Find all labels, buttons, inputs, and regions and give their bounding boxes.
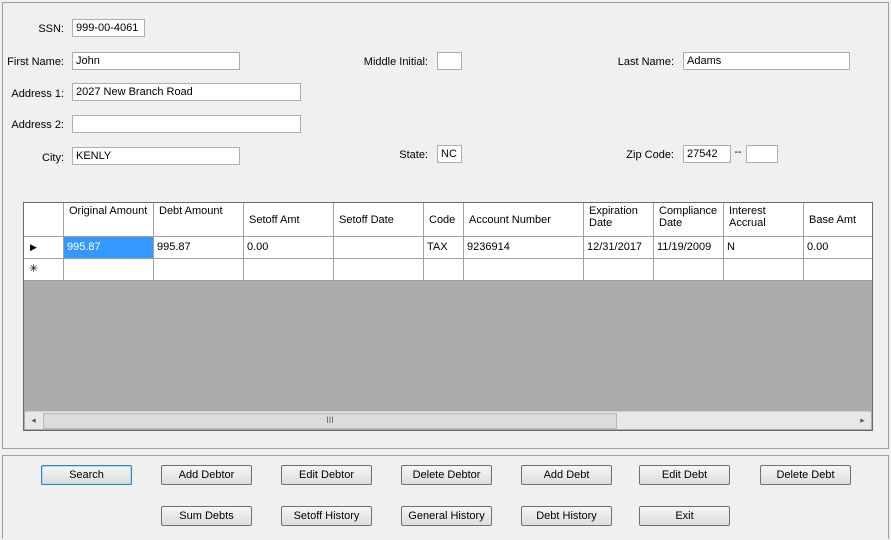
zip-extension-field[interactable] [746, 145, 778, 163]
new-row-cell[interactable] [584, 259, 654, 281]
ssn-field[interactable]: 999-00-4061 [72, 19, 145, 37]
scroll-left-icon[interactable]: ◂ [25, 412, 42, 429]
address1-label: Address 1: [11, 88, 64, 100]
state-field[interactable]: NC [437, 145, 462, 163]
search-button[interactable]: Search [41, 465, 132, 485]
col-header-account-number[interactable]: Account Number [464, 203, 584, 237]
new-row-cell[interactable] [804, 259, 872, 281]
delete-debtor-button[interactable]: Delete Debtor [401, 465, 492, 485]
new-row-cell[interactable] [654, 259, 724, 281]
col-header-setoff-date[interactable]: Setoff Date [334, 203, 424, 237]
middle-initial-field[interactable] [437, 52, 462, 70]
grid-cell[interactable]: N [724, 237, 804, 259]
col-header-expiration-date[interactable]: Expiration Date [584, 203, 654, 237]
scroll-right-icon[interactable]: ▸ [854, 412, 871, 429]
sum-debts-button[interactable]: Sum Debts [161, 506, 252, 526]
address2-field[interactable] [72, 115, 301, 133]
address2-label: Address 2: [11, 119, 64, 131]
current-row-indicator-icon[interactable]: ▶ [24, 237, 64, 259]
horizontal-scrollbar[interactable]: ◂ III ▸ [25, 411, 871, 429]
scrollbar-thumb[interactable]: III [43, 413, 617, 429]
grid-cell[interactable]: 995.87 [64, 237, 154, 259]
new-row-cell[interactable] [464, 259, 584, 281]
grid-cell[interactable]: 9236914 [464, 237, 584, 259]
new-row-cell[interactable] [244, 259, 334, 281]
grid-cell[interactable]: 12/31/2017 [584, 237, 654, 259]
col-header-base-amt[interactable]: Base Amt [804, 203, 872, 237]
address1-field[interactable]: 2027 New Branch Road [72, 83, 301, 101]
new-row-cell[interactable] [334, 259, 424, 281]
ssn-label: SSN: [38, 23, 64, 35]
grid-cell[interactable]: 0.00 [804, 237, 872, 259]
first-name-label: First Name: [7, 56, 64, 68]
zip-code-field[interactable]: 27542 [683, 145, 731, 163]
grid-corner-header [24, 203, 64, 237]
first-name-field[interactable]: John [72, 52, 240, 70]
grid-cell[interactable]: 0.00 [244, 237, 334, 259]
debt-history-button[interactable]: Debt History [521, 506, 612, 526]
grid-cell[interactable]: 995.87 [154, 237, 244, 259]
grid-cell[interactable]: TAX [424, 237, 464, 259]
last-name-field[interactable]: Adams [683, 52, 850, 70]
new-row-cell[interactable] [154, 259, 244, 281]
col-header-original-amount[interactable]: Original Amount [64, 203, 154, 237]
general-history-button[interactable]: General History [401, 506, 492, 526]
col-header-setoff-amt[interactable]: Setoff Amt [244, 203, 334, 237]
new-row-cell[interactable] [724, 259, 804, 281]
city-label: City: [42, 152, 64, 164]
zip-code-label: Zip Code: [626, 149, 674, 161]
col-header-code[interactable]: Code [424, 203, 464, 237]
grid-cell[interactable] [334, 237, 424, 259]
add-debt-button[interactable]: Add Debt [521, 465, 612, 485]
state-label: State: [399, 149, 428, 161]
edit-debt-button[interactable]: Edit Debt [639, 465, 730, 485]
zip-separator: -- [734, 146, 742, 158]
grid-cell[interactable]: 11/19/2009 [654, 237, 724, 259]
debts-grid[interactable]: Original Amount Debt Amount Setoff Amt S… [23, 202, 873, 431]
col-header-compliance-date[interactable]: Compliance Date [654, 203, 724, 237]
add-debtor-button[interactable]: Add Debtor [161, 465, 252, 485]
new-row-cell[interactable] [424, 259, 464, 281]
middle-initial-label: Middle Initial: [363, 56, 428, 68]
delete-debt-button[interactable]: Delete Debt [760, 465, 851, 485]
city-field[interactable]: KENLY [72, 147, 240, 165]
setoff-history-button[interactable]: Setoff History [281, 506, 372, 526]
new-row-indicator-icon[interactable]: ✳ [24, 259, 64, 281]
new-row-cell[interactable] [64, 259, 154, 281]
exit-button[interactable]: Exit [639, 506, 730, 526]
col-header-debt-amount[interactable]: Debt Amount [154, 203, 244, 237]
last-name-label: Last Name: [617, 56, 674, 68]
col-header-interest-accrual[interactable]: Interest Accrual [724, 203, 804, 237]
edit-debtor-button[interactable]: Edit Debtor [281, 465, 372, 485]
